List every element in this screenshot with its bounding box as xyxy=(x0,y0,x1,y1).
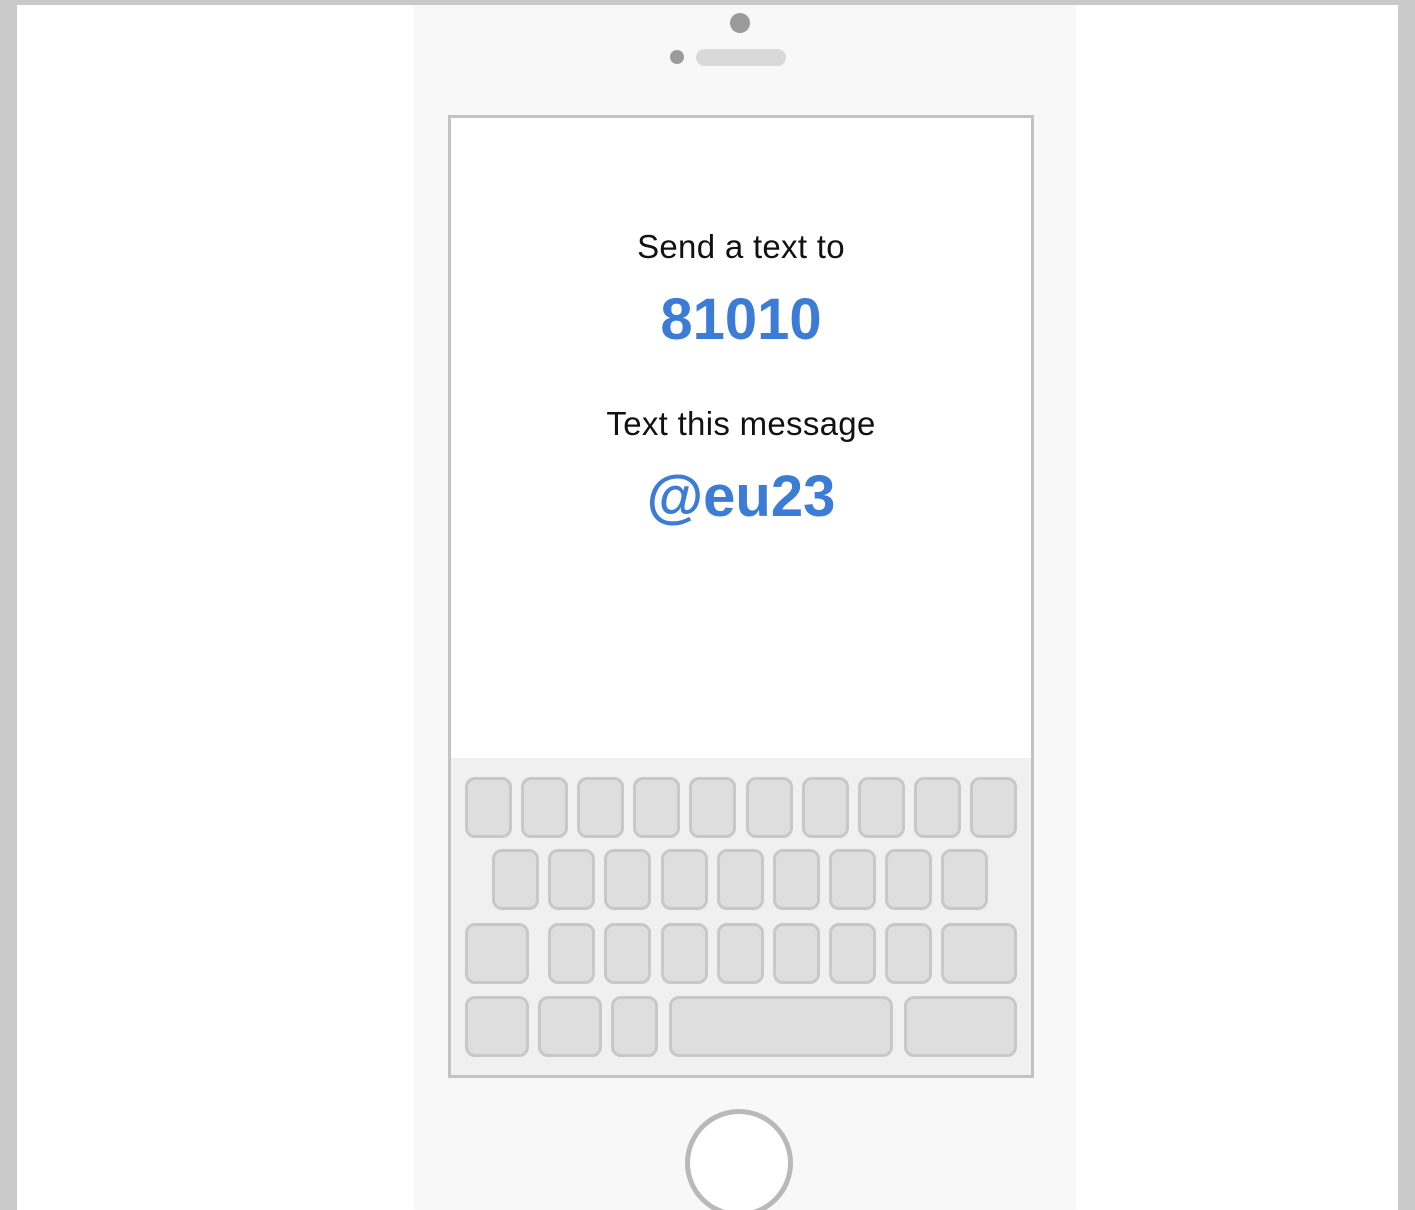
keyboard-key xyxy=(661,923,708,984)
message-label: Text this message xyxy=(606,405,876,442)
keyboard-key xyxy=(604,923,651,984)
keyboard-key xyxy=(548,923,595,984)
send-text-label: Send a text to xyxy=(637,228,845,265)
keyboard-backspace-key xyxy=(941,923,1017,984)
keyboard-key xyxy=(941,849,988,910)
keyboard-key xyxy=(661,849,708,910)
keyboard-key xyxy=(521,777,568,838)
keyboard-key xyxy=(885,923,932,984)
keyboard-key xyxy=(633,777,680,838)
camera-icon xyxy=(730,13,750,33)
keyboard-key xyxy=(970,777,1017,838)
sensor-icon xyxy=(670,50,684,64)
keyboard-key xyxy=(604,849,651,910)
keyboard xyxy=(451,758,1031,1075)
keyboard-key xyxy=(717,849,764,910)
keyboard-key xyxy=(885,849,932,910)
keyboard-key xyxy=(746,777,793,838)
keyboard-key xyxy=(492,849,539,910)
keyboard-mic-key xyxy=(611,996,658,1057)
keyboard-key xyxy=(773,923,820,984)
home-button-icon xyxy=(685,1109,793,1210)
keyboard-key xyxy=(717,923,764,984)
phone-screen: Send a text to 81010 Text this message @… xyxy=(448,115,1034,1078)
keyboard-key xyxy=(689,777,736,838)
keyboard-key xyxy=(914,777,961,838)
keyboard-emoji-key xyxy=(538,996,602,1057)
keyboard-key xyxy=(829,849,876,910)
phone-illustration: Send a text to 81010 Text this message @… xyxy=(414,5,1076,1210)
keyboard-key xyxy=(829,923,876,984)
keyboard-key xyxy=(858,777,905,838)
keyboard-key xyxy=(548,849,595,910)
message-code: @eu23 xyxy=(646,464,836,529)
keyboard-space-key xyxy=(669,996,893,1057)
keyboard-shift-key xyxy=(465,923,529,984)
sms-number: 81010 xyxy=(660,287,822,352)
keyboard-key xyxy=(465,777,512,838)
speaker-icon xyxy=(696,49,786,66)
page-canvas: Send a text to 81010 Text this message @… xyxy=(17,5,1398,1210)
message-area: Send a text to 81010 Text this message @… xyxy=(451,118,1031,758)
keyboard-key xyxy=(802,777,849,838)
keyboard-numbers-key xyxy=(465,996,529,1057)
keyboard-key xyxy=(577,777,624,838)
keyboard-return-key xyxy=(904,996,1017,1057)
keyboard-key xyxy=(773,849,820,910)
